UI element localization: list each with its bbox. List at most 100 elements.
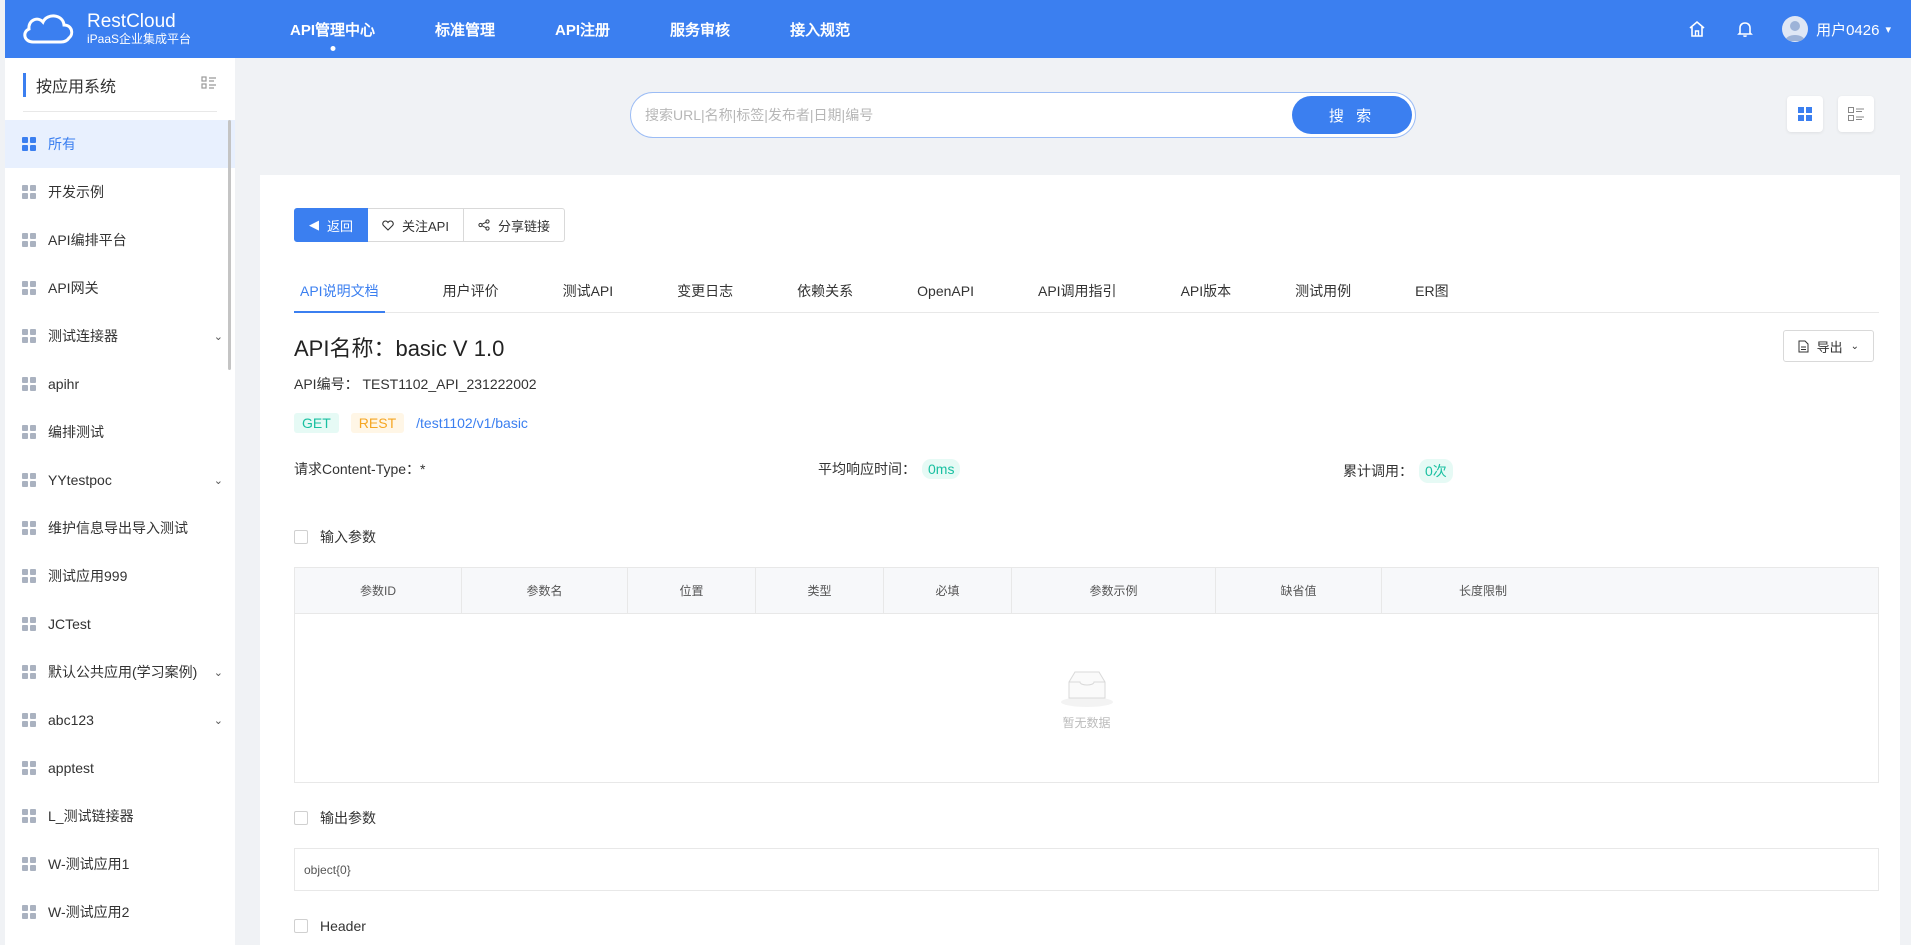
- tab[interactable]: API调用指引: [1032, 269, 1123, 312]
- nav-api-register[interactable]: API注册: [525, 0, 640, 58]
- brand-name: RestCloud: [87, 10, 176, 32]
- heart-icon: [382, 219, 394, 231]
- sidebar-item-label: 测试连接器: [48, 328, 118, 344]
- sidebar-scrollbar[interactable]: [228, 120, 231, 370]
- column-header: 长度限制: [1458, 584, 1507, 598]
- sidebar-item-label: 测试应用999: [48, 568, 128, 584]
- home-icon[interactable]: [1686, 18, 1708, 40]
- chevron-down-icon[interactable]: ▾: [1885, 23, 1891, 36]
- share-link-button[interactable]: 分享链接: [463, 208, 565, 242]
- tab[interactable]: 依赖关系: [791, 269, 859, 312]
- sidebar-item-label: API编排平台: [48, 232, 127, 248]
- tab[interactable]: ER图: [1409, 269, 1454, 312]
- chevron-down-icon[interactable]: ⌄: [214, 474, 223, 487]
- empty-inbox-icon: [1060, 671, 1113, 707]
- avatar[interactable]: [1782, 16, 1809, 42]
- column-header: 缺省值: [1216, 568, 1382, 613]
- nav-service-review[interactable]: 服务审核: [640, 0, 760, 58]
- sidebar-item[interactable]: JCTest: [5, 600, 235, 648]
- app-grid-icon: [22, 569, 36, 583]
- sidebar-item[interactable]: apptest: [5, 744, 235, 792]
- tab[interactable]: OpenAPI: [911, 269, 980, 312]
- tab[interactable]: API说明文档: [294, 269, 385, 313]
- sidebar-item-label: 默认公共应用(学习案例): [48, 664, 198, 680]
- avg-response-time: 平均响应时间： 0ms: [818, 459, 961, 479]
- sidebar-item[interactable]: 所有: [5, 120, 235, 168]
- header-section-title: Header: [320, 918, 366, 934]
- sidebar-item-label: 所有: [48, 136, 76, 152]
- sidebar-item-label: API网关: [48, 280, 99, 296]
- sidebar-item[interactable]: 默认公共应用(学习案例) ⌄: [5, 648, 235, 696]
- avg-time-value: 0ms: [922, 459, 961, 479]
- sidebar-item[interactable]: API网关: [5, 264, 235, 312]
- tab[interactable]: 测试API: [557, 269, 620, 312]
- sidebar-item-label: W-测试应用2: [48, 904, 130, 920]
- caret-left-icon: ◀: [309, 217, 319, 232]
- sidebar-item[interactable]: 测试连接器 ⌄: [5, 312, 235, 360]
- sidebar-item[interactable]: 开发示例: [5, 168, 235, 216]
- list-toggle-icon[interactable]: [201, 76, 217, 93]
- bell-icon[interactable]: [1734, 18, 1756, 40]
- app-grid-icon: [22, 185, 36, 199]
- top-navbar: RestCloud iPaaS企业集成平台 API管理中心 标准管理 API注册…: [5, 0, 1911, 58]
- export-button[interactable]: 导出 ⌄: [1782, 330, 1874, 362]
- nav-api-center[interactable]: API管理中心: [260, 0, 405, 58]
- header-section[interactable]: Header: [294, 918, 366, 934]
- output-params-header[interactable]: 输出参数: [294, 808, 376, 828]
- app-grid-icon: [22, 761, 36, 775]
- app-system-sidebar: 按应用系统 所有开发示例 API编排平台 API网关测试连接器 ⌄ apihr 编排测试 Y…: [5, 58, 235, 945]
- brand-subtitle: iPaaS企业集成平台: [87, 31, 192, 46]
- sidebar-item[interactable]: abc123 ⌄: [5, 696, 235, 744]
- username[interactable]: 用户0426: [1816, 19, 1879, 40]
- search-input[interactable]: [631, 93, 1292, 137]
- app-grid-icon: [22, 137, 36, 151]
- sidebar-item[interactable]: 测试应用999: [5, 552, 235, 600]
- sidebar-item[interactable]: L_测试链接器: [5, 792, 235, 840]
- sidebar-item[interactable]: API编排平台: [5, 216, 235, 264]
- chevron-down-icon[interactable]: ⌄: [214, 330, 223, 343]
- column-header: 参数ID: [295, 568, 462, 613]
- sidebar-item-label: apihr: [48, 376, 80, 392]
- app-grid-icon: [22, 905, 36, 919]
- sidebar-item[interactable]: apihr: [5, 360, 235, 408]
- avg-time-label: 平均响应时间：: [818, 461, 916, 477]
- api-detail-card: ◀ 返回 关注API 分享链接 API说明文档 用户评价 测试API 变更日志 依赖关系…: [260, 175, 1900, 945]
- back-button[interactable]: ◀ 返回: [294, 208, 369, 242]
- nav-standards[interactable]: 标准管理: [405, 0, 525, 58]
- sidebar-item-label: abc123: [48, 712, 94, 728]
- output-params-title: 输出参数: [320, 810, 376, 826]
- input-params-checkbox[interactable]: [294, 530, 308, 544]
- tab[interactable]: 用户评价: [437, 269, 505, 312]
- app-grid-icon: [22, 473, 36, 487]
- sidebar-item[interactable]: 编排测试: [5, 408, 235, 456]
- nav-access-spec[interactable]: 接入规范: [760, 0, 880, 58]
- app-grid-icon: [22, 281, 36, 295]
- content-type-label: 请求Content-Type：*: [294, 461, 426, 477]
- list-view-icon[interactable]: [1838, 96, 1874, 132]
- app-grid-icon: [22, 857, 36, 871]
- app-grid-icon: [22, 713, 36, 727]
- sidebar-title: 按应用系统: [23, 72, 116, 97]
- sidebar-item[interactable]: YYtestpoc ⌄: [5, 456, 235, 504]
- api-path-link[interactable]: /test1102/v1/basic: [416, 415, 528, 431]
- header-checkbox[interactable]: [294, 919, 308, 933]
- brand-logo[interactable]: RestCloud iPaaS企业集成平台: [5, 10, 260, 48]
- output-params-checkbox[interactable]: [294, 811, 308, 825]
- search-button[interactable]: 搜 索: [1292, 96, 1412, 134]
- tab[interactable]: 测试用例: [1289, 269, 1357, 312]
- sidebar-item-label: 维护信息导出导入测试: [48, 520, 188, 536]
- tab[interactable]: 变更日志: [671, 269, 739, 312]
- document-icon: [1798, 340, 1809, 353]
- sidebar-item[interactable]: W-测试应用1: [5, 840, 235, 888]
- chevron-down-icon[interactable]: ⌄: [214, 714, 223, 727]
- grid-view-icon[interactable]: [1787, 96, 1823, 132]
- sidebar-item[interactable]: 维护信息导出导入测试: [5, 504, 235, 552]
- tab[interactable]: API版本: [1175, 269, 1238, 312]
- chevron-down-icon[interactable]: ⌄: [214, 666, 223, 679]
- export-label: 导出: [1816, 339, 1843, 355]
- follow-api-button[interactable]: 关注API: [368, 208, 464, 242]
- app-grid-icon: [22, 329, 36, 343]
- output-params-box: object{0}: [294, 848, 1879, 891]
- sidebar-item[interactable]: W-测试应用2: [5, 888, 235, 936]
- input-params-header[interactable]: 输入参数: [294, 527, 376, 547]
